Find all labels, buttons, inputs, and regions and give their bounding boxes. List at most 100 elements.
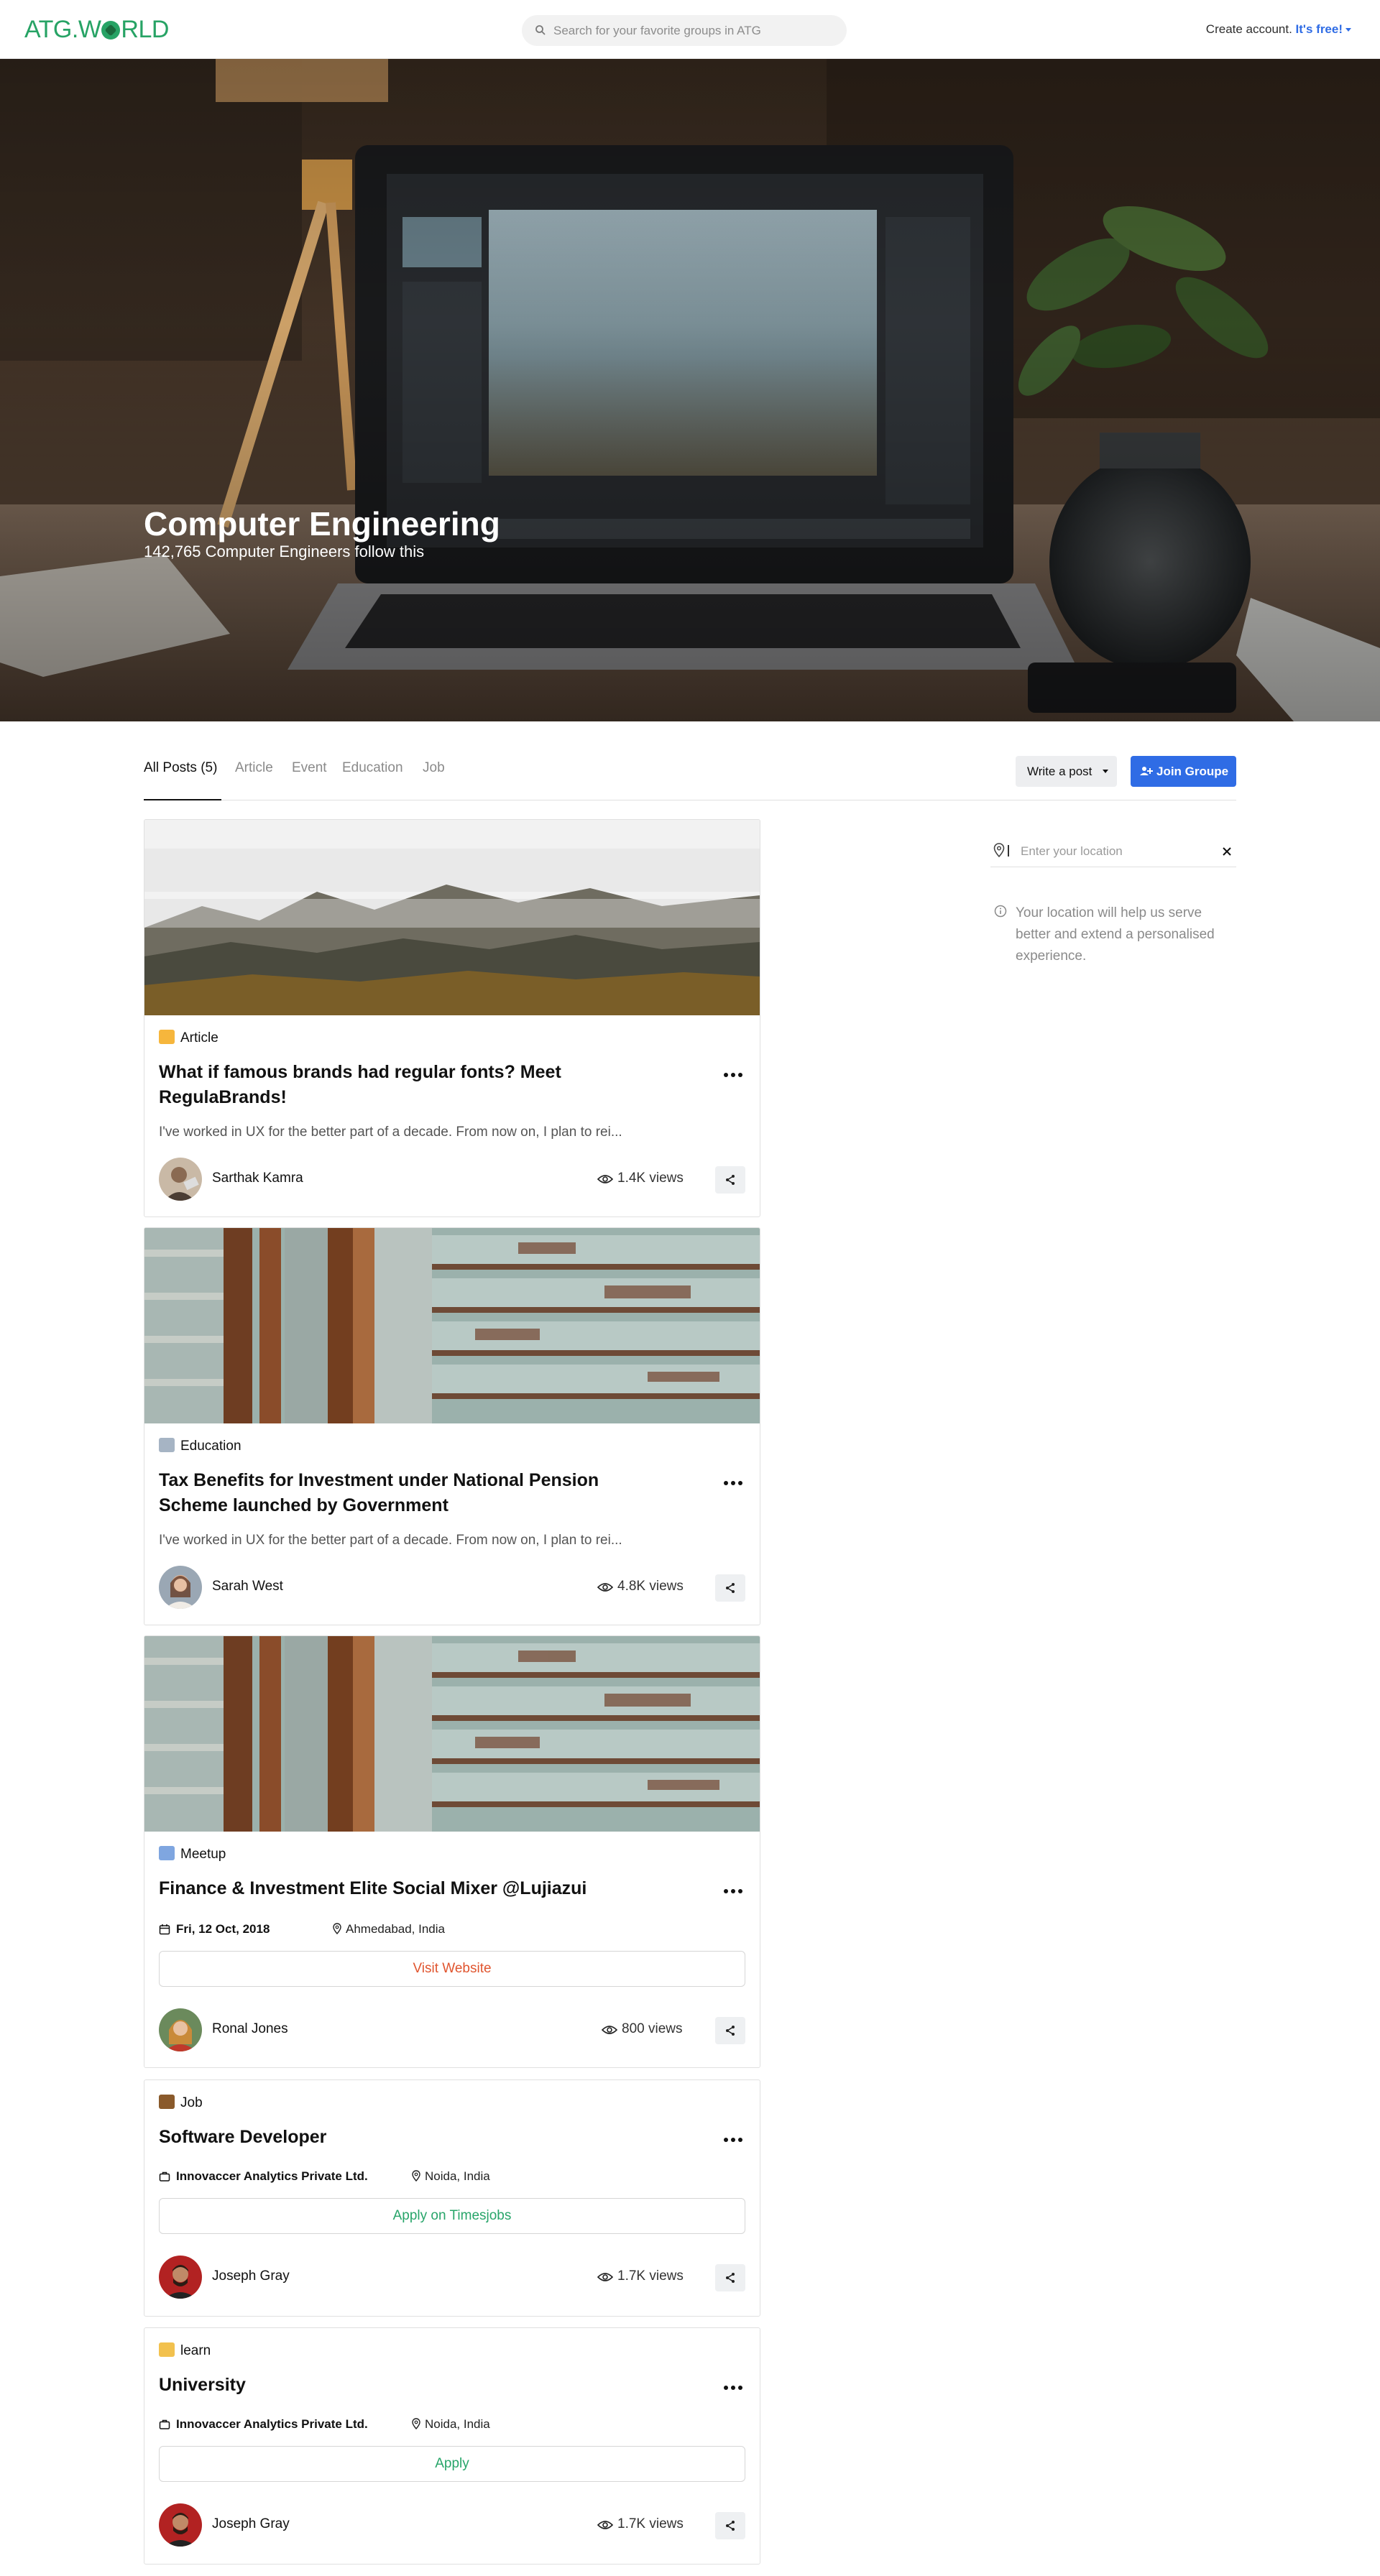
apply-timesjobs-button[interactable]: Apply on Timesjobs (159, 2198, 745, 2234)
post-category: learn (159, 2342, 211, 2359)
views-count: 800 views (622, 2021, 683, 2036)
post-author[interactable]: Joseph Gray (159, 2503, 446, 2547)
location-field[interactable] (990, 836, 1236, 867)
share-button[interactable] (715, 2264, 745, 2291)
post-views: 1.7K views (597, 2268, 684, 2284)
eye-icon (597, 2521, 613, 2529)
hero-banner: Computer Engineering 142,765 Computer En… (0, 59, 1380, 721)
views-count: 1.7K views (617, 2516, 684, 2531)
group-follower-count: 142,765 Computer Engineers follow this (144, 543, 425, 560)
views-count: 1.4K views (617, 1171, 684, 1186)
post-category: Job (159, 2095, 203, 2111)
join-group-label: Join Groupe (1156, 764, 1229, 778)
more-options-icon[interactable] (724, 2386, 742, 2391)
share-button[interactable] (715, 2512, 745, 2539)
event-date: Fri, 12 Oct, 2018 (159, 1922, 270, 1936)
post-card[interactable]: learn University Innovaccer Analytics Pr… (144, 2327, 760, 2565)
post-author[interactable]: Joseph Gray (159, 2256, 446, 2299)
author-name: Joseph Gray (212, 2516, 290, 2531)
calendar-icon (159, 1846, 175, 1860)
tab-education[interactable]: Education (342, 760, 403, 776)
post-title[interactable]: University (159, 2373, 619, 2398)
location-pin-icon (412, 2170, 420, 2182)
job-location-text: Noida, India (425, 2417, 490, 2431)
post-title[interactable]: Finance & Investment Elite Social Mixer … (159, 1876, 619, 1901)
eye-icon (597, 1583, 613, 1592)
share-icon (726, 1583, 735, 1593)
close-icon[interactable] (1219, 844, 1235, 859)
visit-website-button[interactable]: Visit Website (159, 1951, 745, 1987)
post-views: 1.4K views (597, 1171, 684, 1186)
more-options-icon[interactable] (724, 2138, 742, 2143)
post-category: Education (159, 1438, 242, 1454)
post-author[interactable]: Sarthak Kamra (159, 1158, 446, 1201)
location-info-text: Your location will help us serve better … (1016, 905, 1215, 964)
post-card[interactable]: Meetup Finance & Investment Elite Social… (144, 1635, 760, 2068)
post-category: Meetup (159, 1846, 226, 1862)
author-name: Sarah West (212, 1579, 283, 1594)
calendar-small-icon (159, 1924, 170, 1935)
briefcase-small-icon (159, 2419, 170, 2429)
briefcase-icon (159, 2095, 175, 2109)
share-button[interactable] (715, 1574, 745, 1602)
text-cursor (1008, 845, 1009, 857)
post-author[interactable]: Sarah West (159, 1566, 446, 1609)
tab-all-posts[interactable]: All Posts (5) (144, 760, 217, 776)
atg-logo[interactable]: ATG.W RLD (24, 16, 169, 44)
search-box[interactable] (522, 15, 847, 46)
job-location-text: Noida, India (425, 2169, 490, 2183)
logo-text: ATG.W (24, 16, 101, 43)
post-category-label: Education (180, 1439, 242, 1454)
event-date-text: Fri, 12 Oct, 2018 (176, 1922, 270, 1936)
post-category-label: learn (180, 2343, 211, 2358)
share-icon (726, 2026, 735, 2036)
caret-down-icon (1103, 770, 1108, 773)
join-group-button[interactable]: Join Groupe (1131, 756, 1236, 787)
avatar (159, 1566, 202, 1609)
caret-down-icon (1346, 28, 1351, 32)
its-free-text: It's free! (1295, 22, 1343, 36)
location-pin-icon (993, 843, 1005, 857)
post-card[interactable]: Education Tax Benefits for Investment un… (144, 1227, 760, 1625)
more-options-icon[interactable] (724, 1073, 742, 1079)
microscope-icon (159, 1438, 175, 1452)
tab-article[interactable]: Article (235, 760, 273, 776)
event-location-text: Ahmedabad, India (346, 1922, 445, 1936)
avatar (159, 1158, 202, 1201)
post-views: 800 views (602, 2021, 683, 2037)
post-author[interactable]: Ronal Jones (159, 2008, 446, 2051)
post-card[interactable]: Job Software Developer Innovaccer Analyt… (144, 2079, 760, 2317)
location-pin-icon (333, 1923, 341, 1935)
logo-text-end: RLD (121, 16, 169, 43)
author-name: Ronal Jones (212, 2021, 288, 2036)
eye-icon (602, 2026, 617, 2034)
write-post-button[interactable]: Write a post (1016, 756, 1117, 787)
views-count: 1.7K views (617, 2268, 684, 2284)
writing-hand-icon (159, 1030, 175, 1044)
views-count: 4.8K views (617, 1579, 684, 1594)
tab-job[interactable]: Job (423, 760, 445, 776)
location-input[interactable] (1021, 836, 1200, 867)
share-button[interactable] (715, 2017, 745, 2044)
search-input[interactable] (553, 15, 834, 46)
share-icon (726, 2521, 735, 2531)
job-location: Noida, India (412, 2417, 490, 2432)
more-options-icon[interactable] (724, 1889, 742, 1895)
more-options-icon[interactable] (724, 1481, 742, 1487)
create-account-link[interactable]: Create account. It's free! (1206, 22, 1351, 37)
post-title[interactable]: What if famous brands had regular fonts?… (159, 1060, 619, 1110)
post-excerpt: I've worked in UX for the better part of… (159, 1533, 622, 1548)
apply-button[interactable]: Apply (159, 2446, 745, 2482)
job-company: Innovaccer Analytics Private Ltd. (159, 2417, 368, 2432)
active-tab-underline (144, 799, 221, 800)
briefcase-small-icon (159, 2171, 170, 2182)
share-button[interactable] (715, 1166, 745, 1194)
top-navbar: ATG.W RLD Create account. It's free! (0, 0, 1380, 59)
post-title[interactable]: Tax Benefits for Investment under Nation… (159, 1468, 619, 1518)
location-pin-icon (412, 2418, 420, 2430)
post-card[interactable]: Article What if famous brands had regula… (144, 819, 760, 1217)
post-image (144, 1636, 760, 1832)
post-title[interactable]: Software Developer (159, 2125, 619, 2150)
graduation-icon (159, 2342, 175, 2357)
tab-event[interactable]: Event (292, 760, 327, 776)
